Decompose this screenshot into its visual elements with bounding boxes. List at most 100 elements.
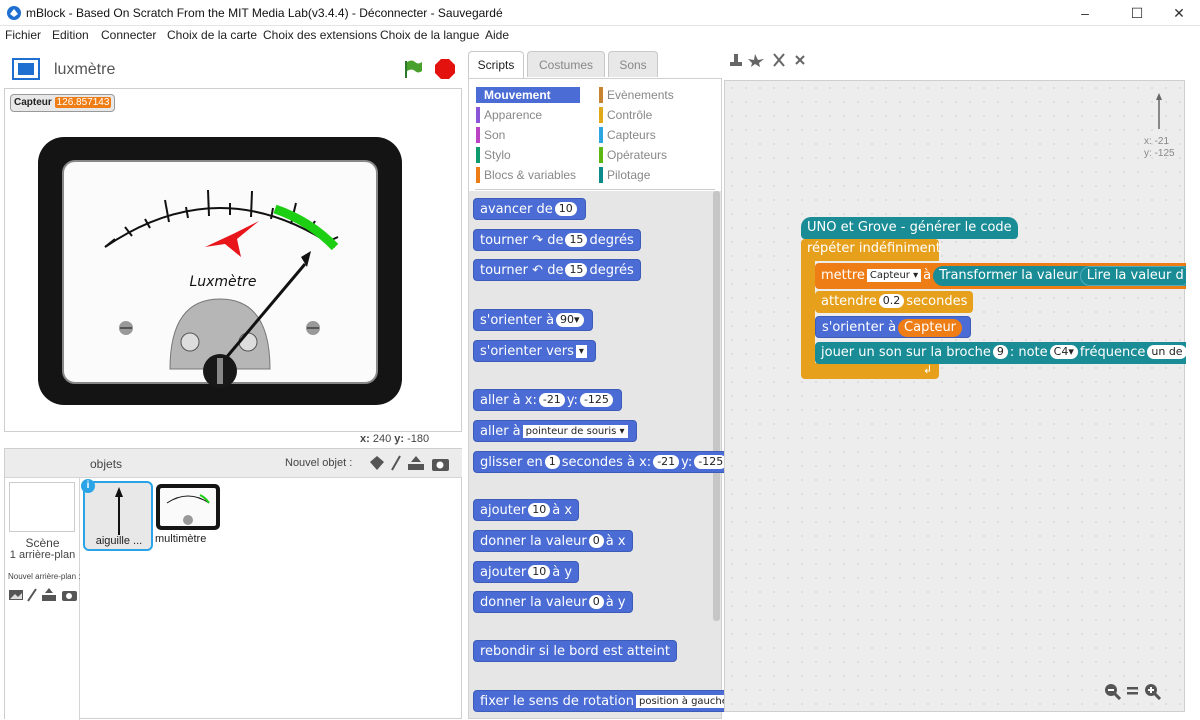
menu-edition[interactable]: Edition	[52, 28, 89, 42]
block-donner-x[interactable]: donner la valeur 0 à x	[473, 530, 633, 552]
new-backdrop-tools	[9, 588, 77, 602]
upload-backdrop-icon[interactable]	[42, 588, 56, 601]
wait-block[interactable]: attendre 0.2 secondes	[815, 291, 974, 313]
block-sens-rotation[interactable]: fixer le sens de rotation position à gauc…	[473, 690, 727, 712]
title-bar: mBlock - Based On Scratch From the MIT M…	[0, 0, 1200, 26]
scene-sub: 1 arrière-plan	[9, 549, 76, 561]
paint-backdrop-icon[interactable]	[27, 588, 37, 602]
block-rebondir[interactable]: rebondir si le bord est atteint	[473, 640, 677, 662]
turn-left-icon: ↶	[532, 263, 544, 278]
coords-x: 240	[372, 433, 392, 445]
category-blocs-variables[interactable]: Blocs & variables	[476, 167, 586, 183]
mblock-logo-icon	[7, 6, 21, 20]
menu-choix-carte[interactable]: Choix de la carte	[167, 28, 257, 42]
play-tone-block[interactable]: jouer un son sur la broche 9: note C4▾ fréq…	[815, 342, 1195, 364]
menu-fichier[interactable]: Fichier	[5, 28, 41, 42]
duplicate-icon[interactable]	[730, 54, 742, 66]
orient-block[interactable]: s'orienter à Capteur	[815, 316, 972, 338]
block-aller-xy[interactable]: aller à x: -21 y: -125	[473, 389, 622, 411]
block-ajouter-x[interactable]: ajouter 10 à x	[473, 499, 580, 521]
block-tourner-droite[interactable]: tourner ↷ de 15 degrés	[473, 229, 641, 251]
backdrop-library-icon[interactable]	[9, 590, 23, 600]
objects-title: objets	[90, 457, 123, 471]
forever-label: répéter indéfiniment	[807, 241, 942, 256]
multimeter-thumb	[156, 484, 220, 530]
variable-value: 126.857143	[54, 97, 112, 108]
new-object-tools	[370, 455, 449, 471]
coords-y-label: y:	[394, 433, 405, 445]
turn-right-icon: ↷	[532, 233, 544, 248]
category-capteurs[interactable]: Capteurs	[599, 127, 709, 143]
blocks-palette: Mouvement Apparence Son Stylo Blocs & va…	[468, 78, 727, 719]
upload-sprite-icon[interactable]	[408, 456, 424, 470]
category-controle[interactable]: Contrôle	[599, 107, 709, 123]
block-glisser[interactable]: glisser en 1 secondes à x: -21 y: -125	[473, 451, 727, 473]
tab-scripts[interactable]: Scripts	[468, 51, 524, 78]
sprite-direction-icon	[1156, 93, 1162, 129]
stage[interactable]: Capteur 126.857143 Luxmètre	[4, 88, 462, 432]
menu-choix-extensions[interactable]: Choix des extensions	[263, 28, 377, 42]
category-son[interactable]: Son	[476, 127, 586, 143]
category-mouvement[interactable]: Mouvement	[476, 87, 580, 103]
close-button[interactable]: ✕	[1156, 0, 1200, 26]
minimize-button[interactable]: –	[1062, 0, 1108, 26]
script-area[interactable]: x: -21 y: -125 UNO et Grove - générer le…	[724, 80, 1199, 712]
block-avancer[interactable]: avancer de 10	[473, 198, 586, 220]
sprite-multimetre[interactable]: multimètre	[155, 483, 225, 549]
sprite-aiguille[interactable]: i aiguille ...	[81, 479, 153, 551]
luxmeter-graphic: Luxmètre	[38, 137, 402, 405]
scene-header	[5, 449, 80, 478]
project-name[interactable]: luxmètre	[54, 61, 115, 79]
block-orienter-a[interactable]: s'orienter à 90▾	[473, 309, 593, 331]
menu-connecter[interactable]: Connecter	[101, 28, 156, 42]
category-evenements[interactable]: Evènements	[599, 87, 709, 103]
sprites-panel: Scène 1 arrière-plan Nouvel arrière-plan…	[4, 448, 462, 720]
delete-icon[interactable]	[748, 54, 764, 67]
camera-sprite-icon[interactable]	[432, 459, 449, 471]
set-variable-block[interactable]: mettre Capteur ▾ à Transformer la valeur Lir…	[815, 263, 1199, 289]
menu-aide[interactable]: Aide	[485, 28, 509, 42]
variable-name: Capteur	[14, 97, 52, 108]
block-donner-y[interactable]: donner la valeur 0 à y	[473, 591, 633, 613]
menu-choix-langue[interactable]: Choix de la langue	[380, 28, 479, 42]
tab-sons[interactable]: Sons	[608, 51, 658, 77]
category-apparence[interactable]: Apparence	[476, 107, 586, 123]
category-stylo[interactable]: Stylo	[476, 147, 586, 163]
needle-thumb	[115, 487, 123, 535]
green-flag-icon[interactable]	[402, 58, 424, 80]
zoom-in-icon[interactable]	[1145, 684, 1162, 700]
new-object-label: Nouvel objet :	[285, 457, 353, 469]
loop-arrow-icon: ↲	[923, 364, 933, 376]
scene-label: Scène	[25, 536, 60, 550]
block-ajouter-y[interactable]: ajouter 10 à y	[473, 561, 580, 583]
zoom-reset-icon[interactable]	[1127, 687, 1138, 695]
presentation-mode-icon[interactable]	[12, 58, 40, 80]
maximize-button[interactable]: ☐	[1114, 0, 1160, 26]
window-title: mBlock - Based On Scratch From the MIT M…	[26, 6, 503, 20]
variable-monitor: Capteur 126.857143	[10, 94, 116, 112]
mouse-coords: x: 240 y: -180	[360, 433, 429, 445]
scene-thumbnail[interactable]	[9, 482, 75, 532]
hat-block-uno-grove[interactable]: UNO et Grove - générer le code	[801, 217, 1018, 239]
stage-header: luxmètre	[4, 52, 462, 88]
zoom-out-icon[interactable]	[1105, 684, 1122, 700]
tab-costumes[interactable]: Costumes	[527, 51, 605, 77]
shrink-icon[interactable]	[795, 55, 805, 65]
scene-column: Scène 1 arrière-plan Nouvel arrière-plan…	[5, 478, 80, 720]
block-orienter-vers[interactable]: s'orienter vers ▾	[473, 340, 596, 362]
sprite-y: y: -125	[1144, 148, 1175, 159]
sprite-library-icon[interactable]	[370, 456, 384, 470]
info-icon[interactable]: i	[81, 479, 95, 493]
block-tourner-gauche[interactable]: tourner ↶ de 15 degrés	[473, 259, 641, 281]
category-list: Mouvement Apparence Son Stylo Blocs & va…	[469, 79, 721, 191]
sprite-x: x: -21	[1144, 136, 1170, 147]
paint-sprite-icon[interactable]	[391, 455, 401, 471]
camera-backdrop-icon[interactable]	[62, 591, 77, 601]
stop-icon[interactable]	[434, 58, 456, 80]
category-operateurs[interactable]: Opérateurs	[599, 147, 709, 163]
category-pilotage[interactable]: Pilotage	[599, 167, 709, 183]
palette-scrollbar[interactable]	[713, 191, 720, 621]
block-aller-a[interactable]: aller à pointeur de souris ▾	[473, 420, 637, 442]
grow-icon[interactable]	[773, 53, 785, 67]
right-gutter	[1186, 80, 1200, 712]
